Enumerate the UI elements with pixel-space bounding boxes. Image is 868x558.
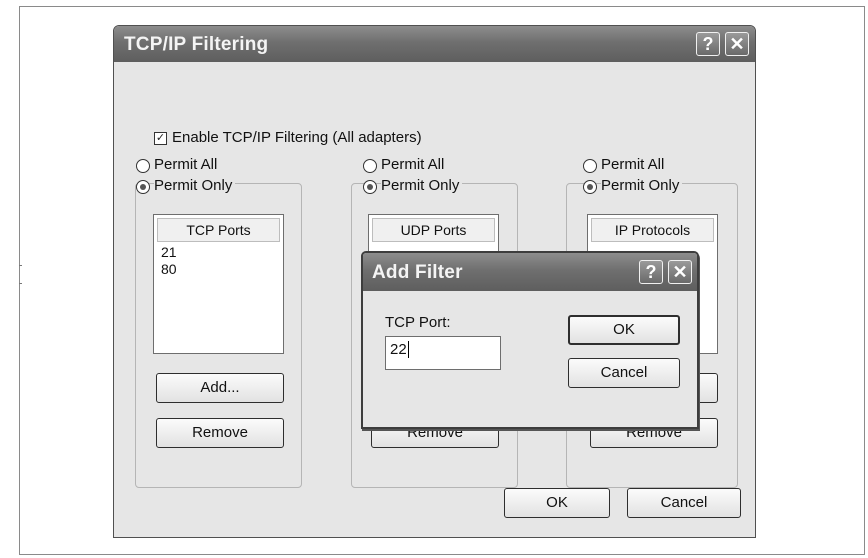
tcp-ports-list[interactable]: TCP Ports 21 80 [153, 214, 284, 354]
help-icon: ? [702, 34, 714, 54]
add-filter-title: Add Filter [372, 262, 463, 283]
help-button[interactable]: ? [696, 32, 720, 56]
frame-tick [19, 265, 22, 266]
tcp-permit-only-radio[interactable] [136, 180, 150, 194]
tcp-permit-all-radio[interactable] [136, 159, 150, 173]
title-bar[interactable]: TCP/IP Filtering ? ✕ [114, 26, 755, 62]
tcp-permit-only-label[interactable]: Permit Only [154, 177, 236, 194]
udp-permit-only-radio[interactable] [363, 180, 377, 194]
list-item[interactable]: 80 [161, 261, 177, 277]
udp-permit-all-label[interactable]: Permit All [381, 156, 444, 173]
udp-permit-all-radio[interactable] [363, 159, 377, 173]
add-filter-help-button[interactable]: ? [639, 260, 663, 284]
add-filter-dialog: Add Filter ? ✕ TCP Port: 22 OK Cancel [361, 251, 699, 429]
close-icon: ✕ [672, 262, 688, 282]
tcp-add-button[interactable]: Add... [156, 373, 284, 403]
tcp-remove-button[interactable]: Remove [156, 418, 284, 448]
close-button[interactable]: ✕ [725, 32, 749, 56]
ip-permit-only-label[interactable]: Permit Only [601, 177, 683, 194]
add-filter-ok-button[interactable]: OK [568, 315, 680, 345]
ip-permit-all-label[interactable]: Permit All [601, 156, 664, 173]
tcp-permit-all-label[interactable]: Permit All [154, 156, 217, 173]
tcp-port-input[interactable]: 22 [385, 336, 501, 370]
tcp-ports-header[interactable]: TCP Ports [157, 218, 280, 242]
add-filter-cancel-button[interactable]: Cancel [568, 358, 680, 388]
udp-ports-header[interactable]: UDP Ports [372, 218, 495, 242]
ip-protocols-header[interactable]: IP Protocols [591, 218, 714, 242]
tcp-port-label: TCP Port: [385, 314, 451, 331]
ip-permit-only-radio[interactable] [583, 180, 597, 194]
cancel-button[interactable]: Cancel [627, 488, 741, 518]
ip-permit-all-radio[interactable] [583, 159, 597, 173]
enable-filtering-label[interactable]: Enable TCP/IP Filtering (All adapters) [172, 129, 422, 146]
help-icon: ? [645, 262, 657, 282]
close-icon: ✕ [729, 34, 745, 54]
list-item[interactable]: 21 [161, 244, 177, 260]
udp-permit-only-label[interactable]: Permit Only [381, 177, 463, 194]
window-title: TCP/IP Filtering [124, 34, 269, 55]
add-filter-close-button[interactable]: ✕ [668, 260, 692, 284]
enable-filtering-checkbox[interactable]: ✓ [154, 132, 167, 145]
ok-button[interactable]: OK [504, 488, 610, 518]
frame-tick [19, 283, 22, 284]
add-filter-title-bar[interactable]: Add Filter ? ✕ [363, 253, 697, 291]
text-cursor [407, 341, 409, 358]
tcp-port-value: 22 [390, 341, 407, 358]
